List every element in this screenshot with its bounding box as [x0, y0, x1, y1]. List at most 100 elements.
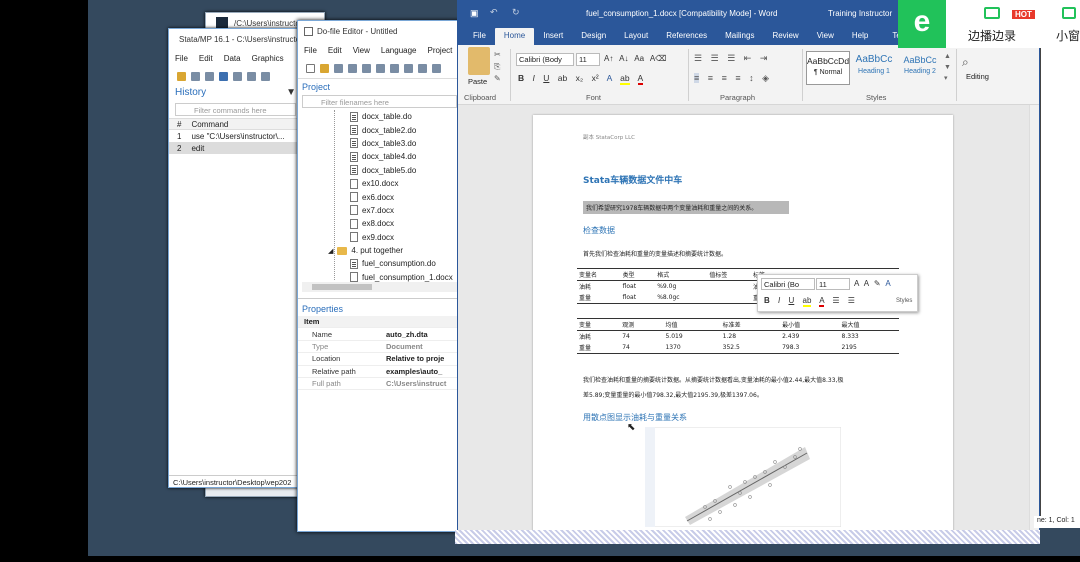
shrink-font-icon[interactable]: A [864, 279, 869, 288]
font-color-icon[interactable]: A [819, 296, 825, 307]
mini-styles-label[interactable]: Styles [896, 298, 912, 304]
redo-icon[interactable] [432, 63, 441, 73]
tab-home[interactable]: Home [494, 28, 535, 45]
project-filter-input[interactable]: Filter filenames here [302, 95, 457, 108]
strikethrough-icon[interactable]: ab [558, 73, 567, 83]
copy-icon[interactable]: ⎘ [494, 61, 501, 73]
dofile-editor-window[interactable]: Do-file Editor - Untitled File Edit View… [297, 20, 462, 532]
find-icon[interactable] [362, 63, 371, 73]
tab-mailings[interactable]: Mailings [716, 28, 763, 45]
shrink-font-icon[interactable]: A↓ [619, 54, 628, 63]
style-heading-1[interactable]: AaBbCc Heading 1 [852, 51, 896, 85]
underline-icon[interactable]: U [543, 73, 549, 83]
log-icon[interactable] [219, 71, 228, 81]
vertical-scrollbar[interactable] [1029, 105, 1039, 535]
styles-scroll-icon[interactable]: ▲ ▼ ▾ [944, 51, 952, 85]
tree-item[interactable]: docx_table5.do [350, 164, 461, 177]
bold-icon[interactable]: B [518, 73, 524, 83]
grow-font-icon[interactable]: A [854, 279, 859, 288]
stata-window[interactable]: Stata/MP 16.1 - C:\Users\instructor... F… [168, 28, 303, 488]
property-row[interactable]: Relative path examples\auto_ [298, 366, 461, 378]
mini-font-name[interactable]: Calibri (Bo [761, 278, 815, 290]
redo-icon[interactable]: ↻ [512, 7, 520, 18]
property-row[interactable]: Location Relative to proje [298, 353, 461, 366]
tree-item[interactable]: docx_table2.do [350, 123, 461, 136]
font-name-select[interactable]: Calibri (Body [516, 53, 574, 66]
property-row[interactable]: Type Document [298, 341, 461, 354]
cut-icon[interactable] [376, 63, 385, 73]
save-icon[interactable] [191, 71, 200, 81]
underline-icon[interactable]: U [788, 296, 794, 305]
print-icon[interactable] [205, 71, 214, 81]
mini-toolbar[interactable]: Calibri (Bo 11 A A ✎ A B I U ab A ☰ ☰ St… [757, 274, 918, 312]
format-painter-icon[interactable]: ✎ [494, 73, 501, 85]
menu-edit[interactable]: Edit [199, 54, 213, 63]
clear-format-icon[interactable]: A⌫ [650, 54, 667, 63]
history-filter-input[interactable]: Filter commands here [175, 103, 296, 116]
numbering-icon[interactable]: ☰ [848, 296, 855, 305]
superscript-icon[interactable]: x² [592, 73, 599, 83]
scrollbar-thumb[interactable] [312, 284, 372, 290]
tree-item[interactable]: docx_table.do [350, 110, 461, 123]
text-effects-icon[interactable]: A [607, 73, 612, 83]
copy-icon[interactable] [390, 63, 399, 73]
bullets-icon[interactable]: ☰ [694, 53, 702, 63]
tab-layout[interactable]: Layout [615, 28, 657, 45]
graph-icon[interactable] [247, 71, 256, 81]
highlight-icon[interactable]: ab [620, 73, 630, 85]
paste-button[interactable]: Paste [468, 77, 487, 86]
grow-font-icon[interactable]: A↑ [604, 54, 613, 63]
subscript-icon[interactable]: x₂ [576, 73, 584, 83]
style-heading-2[interactable]: AaBbCc Heading 2 [898, 51, 942, 85]
scatter-plot-image[interactable] [645, 427, 841, 527]
tree-item[interactable]: ex7.docx [350, 204, 461, 217]
viewer-icon[interactable] [233, 71, 242, 81]
find-icon[interactable]: ⌕ [962, 55, 969, 70]
shading-icon[interactable]: ◈ [762, 73, 769, 83]
menu-file[interactable]: File [304, 46, 317, 55]
tree-item[interactable]: ex8.docx [350, 217, 461, 230]
document-page[interactable]: 副本 StataCorp LLC Stata车辆数据文件中车 我们希望研究197… [533, 115, 953, 535]
font-size-select[interactable]: 11 [576, 53, 600, 66]
tree-item[interactable]: fuel_consumption.do [350, 257, 461, 270]
line-spacing-icon[interactable]: ↕ [749, 73, 754, 83]
menu-data[interactable]: Data [224, 54, 241, 63]
menu-edit[interactable]: Edit [328, 46, 342, 55]
cut-icon[interactable]: ✂ [494, 49, 501, 61]
tree-item[interactable]: ex6.docx [350, 190, 461, 203]
save-icon[interactable] [334, 63, 343, 73]
font-color-icon[interactable]: A [637, 73, 644, 85]
tab-view[interactable]: View [808, 28, 843, 45]
tree-folder[interactable]: ◢ 4. put together [328, 244, 461, 257]
tab-file[interactable]: File [464, 28, 495, 45]
menu-view[interactable]: View [353, 46, 370, 55]
align-left-icon[interactable]: ≡ [694, 73, 700, 83]
undo-icon[interactable] [418, 63, 427, 73]
tree-item[interactable]: ex9.docx [350, 231, 461, 244]
mini-font-size[interactable]: 11 [816, 278, 850, 290]
align-right-icon[interactable]: ≡ [722, 73, 727, 83]
property-row[interactable]: Name auto_zh.dta [298, 328, 461, 341]
tab-references[interactable]: References [657, 28, 716, 45]
numbering-icon[interactable]: ☰ [711, 53, 719, 63]
user-name[interactable]: Training Instructor [828, 9, 892, 18]
open-icon[interactable] [177, 71, 186, 81]
menu-file[interactable]: File [175, 54, 188, 63]
highlight-icon[interactable]: ab [802, 296, 812, 307]
save-icon[interactable]: ▣ [470, 8, 479, 19]
change-case-icon[interactable]: Aa [634, 54, 644, 63]
indent-icon[interactable]: ⇤ [744, 53, 752, 63]
italic-icon[interactable]: I [533, 73, 535, 83]
align-center-icon[interactable]: ≡ [708, 73, 713, 83]
tab-design[interactable]: Design [572, 28, 615, 45]
record-while-streaming-label[interactable]: 边播边录 [968, 27, 1016, 44]
tree-item[interactable]: docx_table4.do [350, 150, 461, 163]
editing-button[interactable]: Editing [966, 72, 989, 81]
undo-icon[interactable]: ↶ [490, 7, 498, 18]
outdent-icon[interactable]: ⇥ [760, 53, 768, 63]
italic-icon[interactable]: I [778, 296, 780, 305]
recorder-promo-panel[interactable]: e HOT 边播边录 小窗 [898, 0, 1080, 48]
paste-icon[interactable] [404, 63, 413, 73]
mini-window-label[interactable]: 小窗 [1056, 27, 1080, 44]
open-icon[interactable] [320, 63, 329, 73]
